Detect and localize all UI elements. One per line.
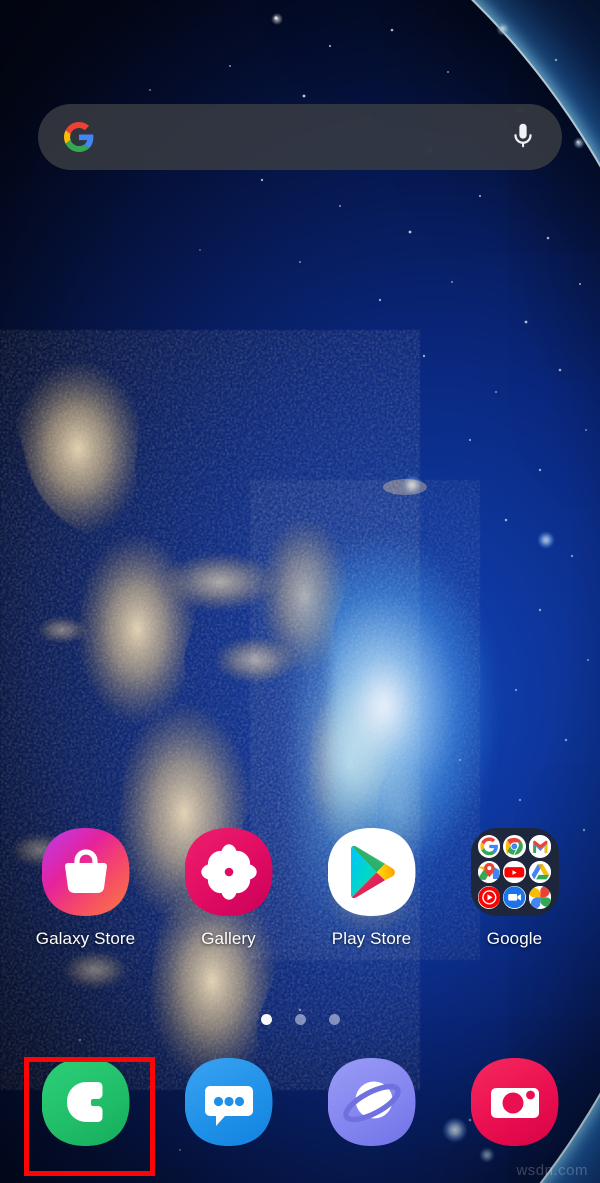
folder-app-grid (477, 835, 552, 909)
folder-item-gmail[interactable] (528, 835, 552, 858)
folder-item-photos[interactable] (528, 886, 552, 909)
dock (0, 1058, 600, 1146)
wallpaper-vignette (0, 0, 600, 1183)
dock-app-messages[interactable] (168, 1058, 290, 1146)
app-gallery[interactable]: Gallery (168, 828, 290, 949)
app-label: Google (486, 929, 543, 948)
google-folder-icon[interactable] (470, 828, 559, 916)
dock-app-phone[interactable] (25, 1058, 147, 1146)
app-grid: Galaxy Store Gallery Play Store Google (0, 828, 600, 949)
app-label: Play Store (331, 929, 412, 948)
page-dot-1[interactable] (260, 1014, 272, 1025)
app-label: Galaxy Store (35, 929, 136, 948)
camera-icon[interactable] (471, 1058, 559, 1146)
play-store-icon[interactable] (328, 828, 416, 916)
page-dot-3[interactable] (328, 1014, 340, 1025)
app-play-store[interactable]: Play Store (311, 828, 433, 949)
wallpaper (0, 0, 600, 1183)
page-indicator[interactable] (0, 1014, 600, 1025)
phone-icon[interactable] (42, 1058, 130, 1146)
app-label: Gallery (201, 929, 256, 948)
app-google-folder[interactable]: Google (454, 828, 576, 949)
galaxy-store-icon[interactable] (42, 828, 130, 916)
search-input[interactable] (94, 104, 510, 170)
folder-item-youtube-music[interactable] (477, 886, 501, 909)
page-dot-2[interactable] (294, 1014, 306, 1025)
messages-icon[interactable] (185, 1058, 273, 1146)
watermark: wsdn.com (516, 1162, 588, 1179)
dock-app-samsung-internet[interactable] (311, 1058, 433, 1146)
app-galaxy-store[interactable]: Galaxy Store (25, 828, 147, 949)
google-search-bar[interactable] (38, 104, 562, 170)
folder-item-google[interactable] (477, 835, 501, 858)
dock-app-camera[interactable] (454, 1058, 576, 1146)
folder-item-youtube[interactable] (503, 860, 526, 884)
google-g-icon[interactable] (64, 122, 94, 152)
folder-item-chrome[interactable] (503, 835, 526, 858)
samsung-internet-icon[interactable] (328, 1058, 416, 1146)
folder-item-meet[interactable] (503, 886, 526, 909)
gallery-icon[interactable] (185, 828, 273, 916)
folder-item-maps[interactable] (477, 860, 501, 884)
folder-item-drive[interactable] (528, 860, 552, 884)
microphone-icon[interactable] (510, 122, 536, 152)
